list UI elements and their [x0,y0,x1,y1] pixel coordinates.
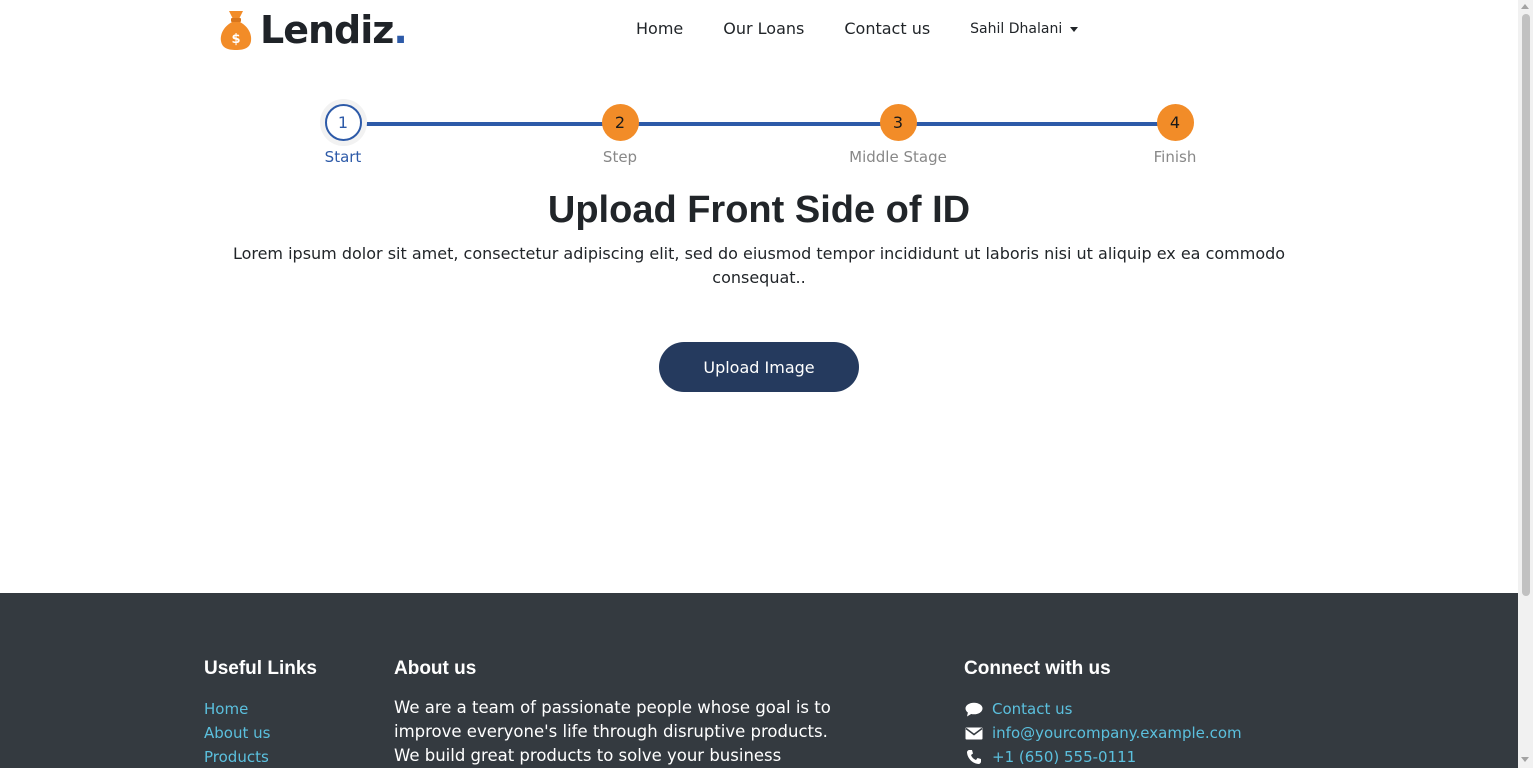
step-label: Middle Stage [849,148,947,166]
scrollbar-thumb[interactable] [1522,14,1530,596]
brand-logo[interactable]: $ Lendiz. [219,8,408,52]
step-number-badge: 3 [879,104,917,141]
footer-link-about-us[interactable]: About us [204,721,317,745]
stepper-line [343,122,1175,126]
scroll-up-arrow-icon[interactable] [1521,4,1529,9]
page-description: Lorem ipsum dolor sit amet, consectetur … [232,244,1286,287]
money-bag-icon: $ [219,9,253,51]
step-label: Finish [1153,148,1197,166]
step-finish: 4 Finish [1095,104,1255,166]
scroll-down-arrow-icon[interactable] [1521,757,1529,762]
footer-about-text: We are a team of passionate people whose… [394,698,831,765]
footer-link-products[interactable]: Products [204,745,317,768]
main-nav: Home Our Loans Contact us Sahil Dhalani [636,18,1079,40]
nav-home-link[interactable]: Home [636,18,683,40]
step-number-badge: 2 [601,104,639,141]
brand-name: Lendiz. [260,8,408,52]
user-name: Sahil Dhalani [970,21,1063,37]
page-scrollbar[interactable] [1518,0,1533,768]
footer-about: About us We are a team of passionate peo… [394,657,834,768]
nav-contact-us-link[interactable]: Contact us [844,18,930,40]
footer-link-home[interactable]: Home [204,697,317,721]
chat-bubble-icon [964,701,984,717]
footer: Useful Links Home About us Products Abou… [0,593,1518,768]
footer-phone-link[interactable]: +1 (650) 555-0111 [992,745,1136,768]
step-step: 2 Step [540,104,700,166]
phone-icon [964,749,984,765]
user-menu-dropdown[interactable]: Sahil Dhalani [970,18,1079,40]
step-label: Start [324,148,362,166]
page-title: Upload Front Side of ID [547,189,971,231]
step-number-badge: 4 [1156,104,1194,141]
footer-heading: About us [394,658,477,679]
footer-connect: Connect with us Contact us info@yourcomp… [964,657,1242,768]
svg-text:$: $ [231,32,240,47]
caret-down-icon [1070,26,1079,32]
footer-contact-row: info@yourcompany.example.com [964,721,1242,745]
step-middle-stage: 3 Middle Stage [818,104,978,166]
footer-contact-us-link[interactable]: Contact us [992,697,1072,721]
envelope-icon [964,725,984,741]
navbar: $ Lendiz. Home Our Loans Contact us Sahi… [0,0,1518,60]
nav-our-loans-link[interactable]: Our Loans [723,18,804,40]
step-label: Step [602,148,638,166]
step-number-badge: 1 [324,104,362,141]
footer-email-link[interactable]: info@yourcompany.example.com [992,721,1242,745]
footer-useful-links: Useful Links Home About us Products [204,657,317,768]
progress-stepper: 1 Start 2 Step 3 Middle Stage 4 Finish [0,104,1518,174]
footer-contact-row: +1 (650) 555-0111 [964,745,1242,768]
step-start: 1 Start [263,104,423,166]
footer-heading: Connect with us [964,658,1111,679]
upload-image-button[interactable]: Upload Image [659,342,859,392]
footer-contact-row: Contact us [964,697,1242,721]
footer-heading: Useful Links [204,658,317,679]
